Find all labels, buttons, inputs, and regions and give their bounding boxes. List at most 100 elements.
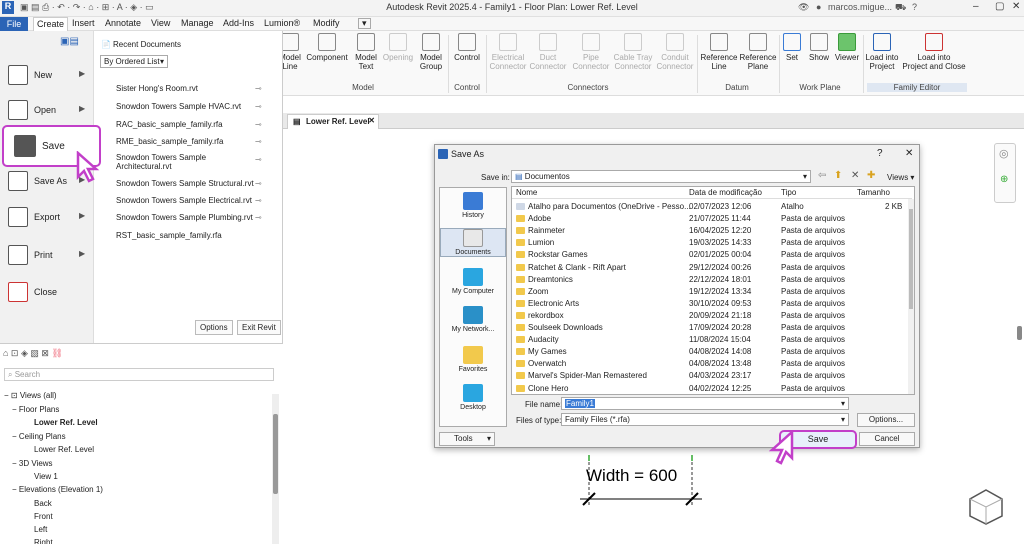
file-row[interactable]: Zoom 19/12/2024 13:34 Pasta de arquivos [512,286,908,298]
file-row[interactable]: Ratchet & Clank - Rift Apart 29/12/2024 0… [512,262,908,274]
set-button[interactable]: Set [781,33,803,62]
recent-docs-view-icon[interactable]: ▣▤ [60,36,79,47]
steering-wheel-icon[interactable]: ◎ [999,147,1009,160]
menu-modify[interactable]: Modify [313,18,340,28]
menu-annotate[interactable]: Annotate [105,18,141,28]
dialog-help-button[interactable]: ? [877,148,883,159]
new-folder-icon[interactable]: ✚ [867,170,875,181]
control-button[interactable]: Control [451,33,483,62]
column-type[interactable]: Tipo [781,188,796,197]
doc-tab-lower-ref-level[interactable]: ▤ Lower Ref. Level ✕ [287,114,379,129]
file-row[interactable]: Dreamtonics 22/12/2024 18:01 Pasta de arqu… [512,274,908,286]
file-open-item[interactable]: Open ▶ [0,94,94,128]
pin-icon[interactable]: ⊸ [255,179,262,188]
viewer-button[interactable]: Viewer [833,33,861,62]
pin-icon[interactable]: ⊸ [255,155,262,164]
file-row[interactable]: Atalho para Documentos (OneDrive - Pesso… [512,201,908,213]
file-row[interactable]: Soulseek Downloads 17/09/2024 20:28 Pasta … [512,322,908,334]
tree-ceiling-plans[interactable]: − Ceiling Plans [12,432,66,441]
file-row[interactable]: Marvel's Spider-Man Remastered 04/03/2024… [512,370,908,382]
menu-lumion[interactable]: Lumion® [264,18,300,28]
browser-search-input[interactable]: ⌕ Search [4,368,274,381]
tree-floor-plans[interactable]: − Floor Plans [12,405,59,414]
conduit-connector-button[interactable]: Conduit Connector [655,33,695,71]
electrical-connector-button[interactable]: Electrical Connector [488,33,528,71]
menu-create[interactable]: Create [33,17,69,31]
column-modified[interactable]: Data de modificação [689,188,762,197]
tree-floor-plan-lower-ref-level[interactable]: Lower Ref. Level [34,418,98,427]
place-my-computer[interactable]: My Computer [440,268,506,295]
binoculars-icon[interactable]: 👁 [798,2,809,13]
file-row[interactable]: Adobe 21/07/2025 11:44 Pasta de arquivos [512,213,908,225]
menu-insert[interactable]: Insert [72,18,95,28]
save-in-select[interactable]: ▤ Documentos ▾ [511,170,811,183]
duct-connector-button[interactable]: Duct Connector [529,33,567,71]
file-row[interactable]: Overwatch 04/08/2024 13:48 Pasta de arquiv… [512,358,908,370]
reference-line-button[interactable]: Reference Line [700,33,738,71]
exit-revit-button[interactable]: Exit Revit [237,320,281,335]
browser-scrollbar[interactable] [272,394,279,544]
recent-doc-item[interactable]: Snowdon Towers Sample Plumbing.rvt [116,213,276,222]
recent-doc-item[interactable]: Sister Hong's Room.rvt [116,84,276,93]
column-name[interactable]: Nome [516,188,537,197]
browser-toolbar-icons[interactable]: ⌂ ⊡ ◈ ▧ ⊠ ⛓ [3,348,63,359]
pin-icon[interactable]: ⊸ [255,213,262,222]
delete-icon[interactable]: ✕ [851,170,859,181]
recent-doc-item[interactable]: Snowdon Towers Sample HVAC.rvt [116,102,276,111]
pin-icon[interactable]: ⊸ [255,102,262,111]
pin-icon[interactable]: ⊸ [255,120,262,129]
navigation-bar[interactable]: ◎ ⊕ [994,143,1016,203]
reference-plane-button[interactable]: Reference Plane [739,33,777,71]
dialog-cancel-button[interactable]: Cancel [859,432,915,446]
place-my-network[interactable]: My Network... [440,306,506,333]
load-into-project-button[interactable]: Load into Project [865,33,899,71]
component-button[interactable]: Component [305,33,349,62]
maximize-button[interactable]: ▢ [995,1,1004,12]
dialog-close-button[interactable]: ✕ [905,148,913,159]
close-tab-icon[interactable]: ✕ [368,116,375,125]
tree-right[interactable]: Right [34,538,53,544]
recent-doc-item[interactable]: RME_basic_sample_family.rfa [116,137,276,146]
file-name-input[interactable]: Family1 ▾ [561,397,849,410]
recent-order-select[interactable]: By Ordered List ▾ [100,55,168,68]
options-button[interactable]: Options [195,320,233,335]
opening-button[interactable]: Opening [381,33,415,62]
back-icon[interactable]: ⇦ [818,170,826,181]
recent-doc-item[interactable]: Snowdon Towers Sample Structural.rvt [116,179,276,188]
place-desktop[interactable]: Desktop [440,384,506,411]
cart-icon[interactable]: ⛟ [895,2,906,14]
file-row[interactable]: Rainmeter 16/04/2025 12:20 Pasta de arquiv… [512,225,908,237]
recent-doc-item[interactable]: RST_basic_sample_family.rfa [116,231,276,240]
tree-view-1[interactable]: View 1 [34,472,58,481]
tree-elevations[interactable]: − Elevations (Elevation 1) [12,485,103,494]
file-new-item[interactable]: New ▶ [0,59,94,93]
pipe-connector-button[interactable]: Pipe Connector [571,33,611,71]
place-favorites[interactable]: Favorites [440,346,506,373]
tree-back[interactable]: Back [34,499,52,508]
file-row[interactable]: Lumion 19/03/2025 14:33 Pasta de arquivos [512,237,908,249]
place-history[interactable]: History [440,192,506,219]
model-group-button[interactable]: Model Group [417,33,445,71]
file-row[interactable]: My Games 04/08/2024 14:08 Pasta de arquivo… [512,346,908,358]
tree-views-all[interactable]: − ⊡ Views (all) [4,391,57,400]
menu-manage[interactable]: Manage [181,18,214,28]
file-row[interactable]: Electronic Arts 30/10/2024 09:53 Pasta de … [512,298,908,310]
tools-menu[interactable]: Tools ▾ [439,432,495,446]
load-into-project-and-close-button[interactable]: Load into Project and Close [901,33,967,71]
close-window-button[interactable]: ✕ [1012,1,1020,12]
file-row[interactable]: rekordbox 20/09/2024 21:18 Pasta de arquiv… [512,310,908,322]
minimize-button[interactable]: – [973,1,979,12]
model-text-button[interactable]: Model Text [351,33,381,71]
file-row[interactable]: Rockstar Games 02/01/2025 00:04 Pasta de a… [512,249,908,261]
help-icon[interactable]: ? [912,2,917,12]
file-close-item[interactable]: Close [0,276,94,310]
menu-view[interactable]: View [151,18,170,28]
views-menu[interactable]: Views ▾ [887,173,914,182]
browser-scroll-thumb[interactable] [273,414,278,494]
view-cube-icon[interactable] [968,488,1004,526]
user-name[interactable]: marcos.migue... [828,2,892,12]
file-export-item[interactable]: Export ▶ [0,201,94,235]
dialog-options-button[interactable]: Options... [857,413,915,427]
file-list-scrollbar[interactable] [908,199,914,394]
menu-file[interactable]: File [0,17,28,31]
